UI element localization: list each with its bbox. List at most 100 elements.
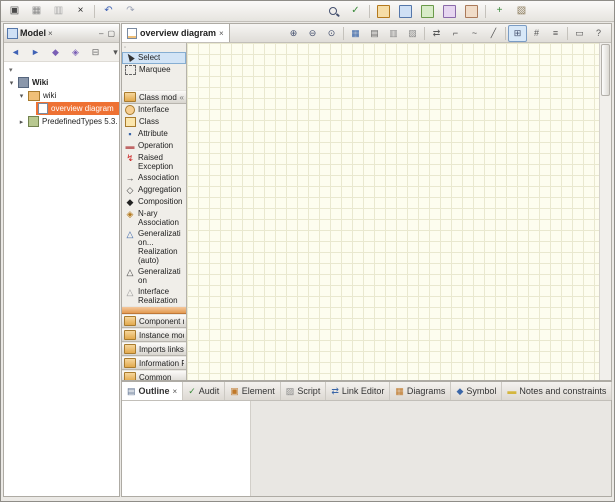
create-statemachine-diagram-icon[interactable] bbox=[439, 2, 460, 20]
tab-audit[interactable]: ✓ Audit bbox=[183, 382, 225, 400]
editor-tab-overview-diagram[interactable]: overview diagram × bbox=[122, 24, 230, 42]
expand-arrow-icon[interactable]: ▾ bbox=[17, 92, 26, 100]
orthogonal-links-icon[interactable]: ⌐ bbox=[446, 25, 465, 42]
palette-item-operation[interactable]: ▬ Operation bbox=[122, 140, 186, 152]
diagrams-icon: ▦ bbox=[395, 387, 404, 396]
palette-drawer-header[interactable]: Instance model bbox=[122, 328, 186, 342]
palette-item-nary-association[interactable]: ◈ N-ary Association bbox=[122, 208, 186, 228]
save-icon[interactable]: ▦ bbox=[26, 2, 47, 20]
palette-drawer-header[interactable]: Imports links bbox=[122, 342, 186, 356]
link-editor-icon: ⇄ bbox=[331, 387, 339, 396]
palette-tool-marquee[interactable]: Marquee bbox=[122, 64, 186, 76]
palette-item-association[interactable]: → Association bbox=[122, 172, 186, 184]
tree-item-wiki-project[interactable]: ▾ Wiki bbox=[4, 76, 119, 89]
auto-layout-icon[interactable]: ⇄ bbox=[427, 25, 446, 42]
print-diagram-icon[interactable]: ▤ bbox=[365, 25, 384, 42]
tree-item-wiki-package[interactable]: ▾ wiki bbox=[4, 89, 119, 102]
delete-icon[interactable]: × bbox=[70, 2, 91, 20]
page-setup-icon[interactable]: ▨ bbox=[403, 25, 422, 42]
cursor-icon bbox=[125, 53, 135, 63]
palette-drawer-header[interactable]: Component mo... bbox=[122, 314, 186, 328]
model-view-icon bbox=[7, 28, 18, 39]
tree-filter-dropdown[interactable]: ▾ bbox=[4, 63, 119, 76]
close-icon[interactable]: × bbox=[173, 387, 178, 396]
new-element-icon[interactable]: + bbox=[489, 2, 510, 20]
show-labels-icon[interactable]: ▭ bbox=[570, 25, 589, 42]
related-elements-icon[interactable]: ◆ bbox=[46, 44, 65, 61]
back-icon[interactable]: ◄ bbox=[6, 44, 25, 61]
palette-drawer-header[interactable]: Common bbox=[122, 370, 186, 380]
expand-arrow-icon[interactable]: ▾ bbox=[7, 79, 16, 87]
create-class-diagram-icon[interactable] bbox=[373, 2, 394, 20]
diagram-editor: overview diagram × ⊕ ⊖ bbox=[121, 23, 612, 381]
undo-icon[interactable]: ↶ bbox=[98, 2, 119, 20]
tree-item-overview-diagram[interactable]: overview diagram bbox=[4, 102, 119, 115]
create-usecase-diagram-icon[interactable] bbox=[395, 2, 416, 20]
wizard-icon[interactable]: ▧ bbox=[511, 2, 532, 20]
interface-realization-icon: △ bbox=[125, 287, 135, 297]
close-icon[interactable]: × bbox=[48, 29, 53, 38]
zoom-in-icon[interactable]: ⊕ bbox=[284, 25, 303, 42]
new-model-icon[interactable]: ▣ bbox=[4, 2, 25, 20]
maximize-icon[interactable]: ▢ bbox=[106, 29, 116, 38]
drawer-folder-icon bbox=[124, 344, 136, 354]
copy-image-icon[interactable]: ▥ bbox=[384, 25, 403, 42]
main-toolbar: ▣ ▦ ▥ bbox=[1, 1, 614, 22]
curved-links-icon[interactable]: ~ bbox=[465, 25, 484, 42]
palette-item-class[interactable]: Class bbox=[122, 116, 186, 128]
palette-drawer-header[interactable] bbox=[122, 306, 186, 314]
bottom-panel-content bbox=[122, 401, 611, 496]
palette-tool-select[interactable]: Select bbox=[122, 52, 186, 64]
palette-item-aggregation[interactable]: ◇ Aggregation bbox=[122, 184, 186, 196]
close-icon[interactable]: × bbox=[219, 29, 224, 38]
palette-item-attribute[interactable]: ▪ Attribute bbox=[122, 128, 186, 140]
diagram-help-icon[interactable]: ? bbox=[589, 25, 608, 42]
scrollbar-thumb[interactable] bbox=[601, 44, 610, 96]
tab-script[interactable]: ▨ Script bbox=[281, 382, 327, 400]
palette-item-generalization[interactable]: △ Generalization bbox=[122, 266, 186, 286]
palette-item-raised-exception[interactable]: ↯ Raised Exception bbox=[122, 152, 186, 172]
class-icon bbox=[125, 117, 136, 127]
create-deployment-diagram-icon[interactable] bbox=[461, 2, 482, 20]
audit-check-icon[interactable]: ✓ bbox=[345, 2, 366, 20]
tree-item-predefined-types[interactable]: ▸ PredefinedTypes 5.3.00 bbox=[4, 115, 119, 128]
library-icon bbox=[28, 116, 39, 127]
tab-outline[interactable]: ▤ Outline × bbox=[122, 382, 183, 400]
minimize-icon[interactable]: – bbox=[98, 29, 104, 38]
palette-item-composition[interactable]: ◆ Composition bbox=[122, 196, 186, 208]
expand-arrow-icon[interactable]: ▸ bbox=[17, 118, 26, 126]
tab-notes-and-constraints[interactable]: ▬ Notes and constraints bbox=[502, 382, 612, 400]
palette-handle[interactable]: ▫ bbox=[122, 43, 186, 52]
palette-item-interface[interactable]: Interface bbox=[122, 104, 186, 116]
show-grid-icon[interactable]: ⊞ bbox=[508, 25, 527, 42]
align-elements-icon[interactable]: ≡ bbox=[546, 25, 565, 42]
palette-drawer-header[interactable]: Class model « bbox=[122, 90, 186, 104]
show-mda-icon[interactable]: ◈ bbox=[66, 44, 85, 61]
drawer-chevron-icon: « bbox=[180, 93, 184, 102]
drawer-folder-icon bbox=[124, 358, 136, 368]
tab-diagrams[interactable]: ▦ Diagrams bbox=[390, 382, 451, 400]
straight-links-icon[interactable]: ╱ bbox=[484, 25, 503, 42]
model-panel-toolbar: ◄ ► ◆ ◈ ⊟ bbox=[4, 43, 119, 62]
redo-icon[interactable]: ↷ bbox=[120, 2, 141, 20]
snap-to-grid-icon[interactable]: # bbox=[527, 25, 546, 42]
outline-view-content[interactable] bbox=[122, 401, 251, 496]
palette-item-interface-realization[interactable]: △ Interface Realization bbox=[122, 286, 186, 306]
palette-drawer-component-model: Component mo... bbox=[122, 314, 186, 328]
palette-drawer-header[interactable]: Information Flo... bbox=[122, 356, 186, 370]
tab-symbol[interactable]: ◆ Symbol bbox=[451, 382, 502, 400]
search-icon[interactable] bbox=[323, 2, 344, 20]
zoom-fit-icon[interactable]: ⊙ bbox=[322, 25, 341, 42]
save-all-icon[interactable]: ▥ bbox=[48, 2, 69, 20]
magnifier-glass-icon bbox=[328, 6, 339, 17]
diagram-canvas[interactable] bbox=[187, 43, 599, 380]
zoom-out-icon[interactable]: ⊖ bbox=[303, 25, 322, 42]
palette-item-generalization-realization-auto[interactable]: △ Generalization... Realization (auto) bbox=[122, 228, 186, 266]
forward-icon[interactable]: ► bbox=[26, 44, 45, 61]
save-diagram-image-icon[interactable]: ▦ bbox=[346, 25, 365, 42]
tab-link-editor[interactable]: ⇄ Link Editor bbox=[326, 382, 390, 400]
create-sequence-diagram-icon[interactable] bbox=[417, 2, 438, 20]
canvas-vertical-scrollbar[interactable] bbox=[599, 43, 611, 380]
tab-element[interactable]: ▣ Element bbox=[225, 382, 281, 400]
collapse-all-icon[interactable]: ⊟ bbox=[86, 44, 105, 61]
